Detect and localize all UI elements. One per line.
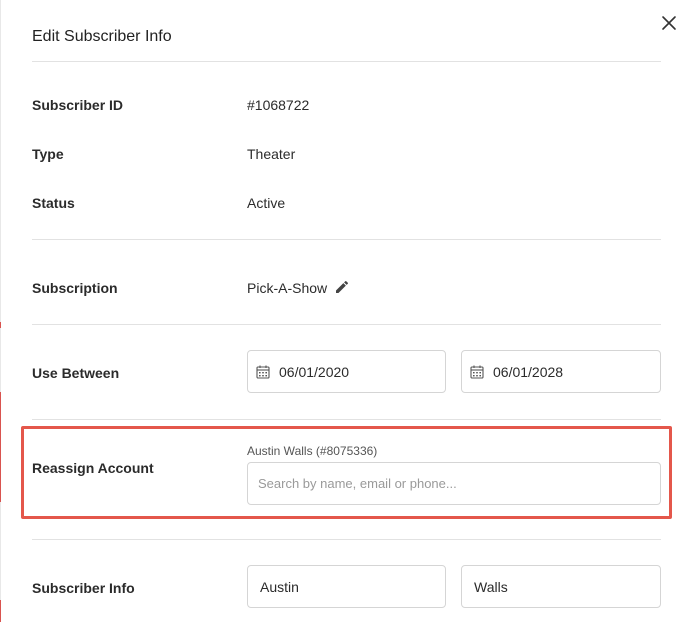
start-date-value: 06/01/2020 [279,363,350,380]
divider [32,61,661,62]
calendar-icon [256,365,270,379]
subscription-value: Pick-A-Show [247,280,328,296]
type-value: Theater [247,146,296,162]
reassign-account-label: Reassign Account [32,460,154,476]
subscriber-info-label: Subscriber Info [32,580,135,596]
divider [32,324,661,325]
subscription-label: Subscription [32,280,118,296]
current-account-text: Austin Walls (#8075336) [247,444,378,458]
subscriber-id-label: Subscriber ID [32,97,124,113]
subscriber-id-value: #1068722 [247,97,310,113]
use-between-label: Use Between [32,365,120,381]
last-name-field[interactable]: Walls [461,565,661,608]
status-value: Active [247,195,286,211]
calendar-icon [470,365,484,379]
pencil-icon[interactable] [334,279,350,295]
divider [32,539,661,540]
account-search-input[interactable] [247,462,661,505]
close-icon[interactable] [658,12,680,34]
type-label: Type [32,146,64,162]
start-date-field[interactable]: 06/01/2020 [247,350,446,393]
end-date-value: 06/01/2028 [493,363,564,380]
end-date-field[interactable]: 06/01/2028 [461,350,661,393]
status-label: Status [32,195,75,211]
modal-title: Edit Subscriber Info [32,28,172,45]
last-name-value: Walls [474,578,508,595]
first-name-value: Austin [260,578,299,595]
divider [32,239,661,240]
divider [32,419,661,420]
first-name-field[interactable]: Austin [247,565,446,608]
edit-subscriber-modal: Edit Subscriber Info Subscriber ID #1068… [1,0,693,622]
